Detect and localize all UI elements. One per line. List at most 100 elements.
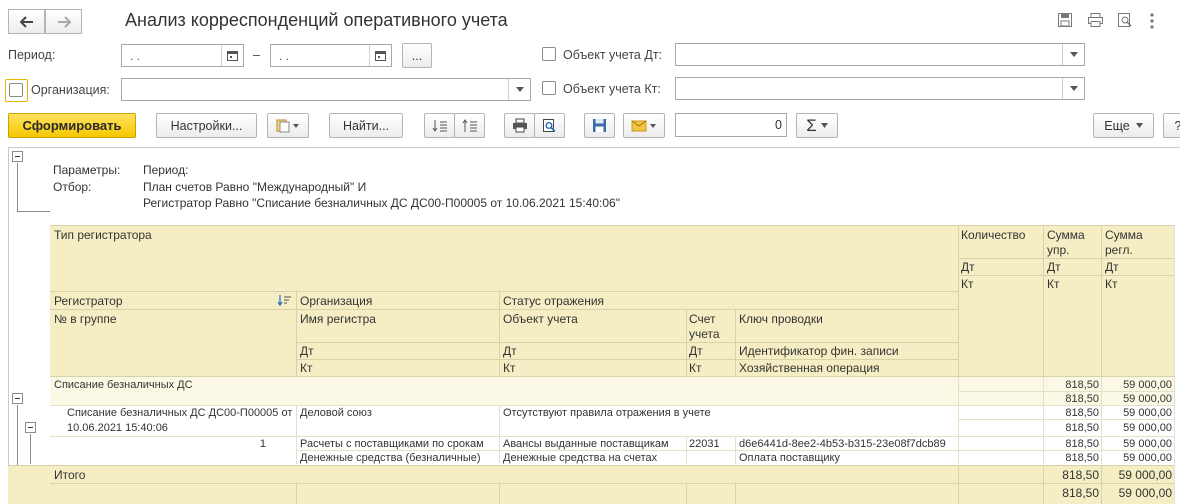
arrow-right-icon	[57, 15, 71, 28]
obj-dt-field[interactable]	[675, 43, 1085, 66]
print-icon[interactable]	[1087, 12, 1104, 28]
collapse-params-icon[interactable]	[12, 151, 23, 162]
filter-line-2: Регистратор Равно "Списание безналичных …	[143, 196, 620, 210]
doc-row-label-1: Списание безналичных ДС ДС00-П00005 от	[67, 407, 293, 419]
period-dash: –	[253, 48, 260, 62]
doc-sum-upr-kt: 818,50	[1065, 422, 1099, 434]
col-quantity: Количество	[961, 228, 1026, 242]
group-row-label: Списание безналичных ДС	[54, 379, 193, 391]
preview-icon[interactable]	[1117, 12, 1133, 28]
group-sum-regl-dt: 59 000,00	[1123, 379, 1172, 391]
page-title: Анализ корреспонденций оперативного учет…	[125, 10, 508, 30]
calendar-icon[interactable]	[221, 45, 243, 66]
save-button[interactable]	[584, 113, 615, 138]
obj-dt-label: Объект учета Дт:	[563, 48, 663, 62]
col-quantity-kt: Кт	[961, 277, 974, 291]
detail-sum-regl-dt: 59 000,00	[1123, 438, 1172, 450]
col-register-kt: Кт	[300, 361, 313, 375]
obj-dt-checkbox[interactable]	[542, 47, 556, 61]
group-sum-upr-dt: 818,50	[1065, 379, 1099, 391]
org-checkbox[interactable]	[9, 83, 23, 97]
total-sum-regl-dt: 59 000,00	[1118, 468, 1172, 482]
col-account-dt: Дт	[689, 344, 703, 358]
save-icon[interactable]	[1057, 12, 1073, 28]
filter-line-1: План счетов Равно "Международный" И	[143, 180, 367, 194]
variants-button[interactable]	[267, 113, 309, 138]
col-sum-regl-dt: Дт	[1105, 260, 1119, 274]
collapse-all-button[interactable]	[454, 113, 485, 138]
selected-sum-field[interactable]: 0	[675, 113, 787, 137]
period-to-field[interactable]: . .	[270, 44, 392, 67]
detail-account-dt: 22031	[689, 438, 720, 450]
col-object-dt: Дт	[503, 344, 517, 358]
chevron-down-icon[interactable]	[1062, 44, 1084, 65]
total-sum-regl-kt: 59 000,00	[1118, 486, 1172, 500]
doc-sum-upr-dt: 818,50	[1065, 407, 1099, 419]
obj-kt-checkbox[interactable]	[542, 81, 556, 95]
col-registrar-type: Тип регистратора	[54, 228, 152, 242]
print-button[interactable]	[504, 113, 535, 138]
col-group-no: № в группе	[54, 312, 117, 326]
print-preview-button[interactable]	[534, 113, 565, 138]
period-select-button[interactable]: ...	[402, 43, 432, 68]
collapse-document-icon[interactable]	[25, 422, 36, 433]
generate-button[interactable]: Сформировать	[8, 113, 136, 138]
find-button[interactable]: Найти...	[329, 113, 403, 138]
help-button[interactable]: ?	[1163, 113, 1180, 138]
arrow-left-icon	[19, 15, 33, 28]
back-button[interactable]	[8, 9, 45, 34]
total-row[interactable]	[8, 465, 1174, 504]
kebab-menu-icon[interactable]	[1150, 13, 1154, 29]
detail-group-no: 1	[259, 438, 266, 450]
chevron-down-icon[interactable]	[1062, 78, 1084, 99]
more-label: Еще	[1104, 118, 1130, 133]
col-account-object: Объект учета	[503, 312, 578, 326]
forward-button[interactable]	[45, 9, 82, 34]
total-label: Итого	[54, 468, 86, 482]
col-register-dt: Дт	[300, 344, 314, 358]
detail-fin-id: d6e6441d-8ee2-4b53-b315-23e08f7dcb89	[739, 438, 946, 450]
obj-kt-field[interactable]	[675, 77, 1085, 100]
detail-sum-upr-kt: 818,50	[1065, 452, 1099, 464]
doc-sum-regl-dt: 59 000,00	[1123, 407, 1172, 419]
sort-descending-icon[interactable]	[277, 295, 292, 309]
detail-sum-regl-kt: 59 000,00	[1123, 452, 1172, 464]
preview-icon	[543, 119, 556, 133]
org-label: Организация:	[31, 83, 110, 97]
group-sum-regl-kt: 59 000,00	[1123, 393, 1172, 405]
params-value: Период:	[143, 163, 189, 177]
col-account-kt: Кт	[689, 361, 702, 375]
report-header	[50, 225, 1174, 377]
settings-button[interactable]: Настройки...	[156, 113, 257, 138]
detail-register-kt: Денежные средства (безналичные)	[300, 452, 481, 464]
total-sum-upr-kt: 818,50	[1062, 486, 1099, 500]
chevron-down-icon	[820, 123, 828, 128]
period-from-field[interactable]: . .	[121, 44, 244, 67]
col-fin-record-id: Идентификатор фин. записи	[739, 344, 899, 358]
obj-kt-label: Объект учета Кт:	[563, 82, 661, 96]
col-organization: Организация	[300, 294, 373, 308]
col-register-name: Имя регистра	[300, 312, 376, 326]
col-sum-upr-2: упр.	[1047, 243, 1070, 257]
period-to-value: . .	[279, 48, 290, 63]
expand-all-button[interactable]	[424, 113, 455, 138]
calendar-icon[interactable]	[369, 45, 391, 66]
report-variant-icon	[276, 119, 299, 132]
collapse-group-icon[interactable]	[12, 393, 23, 404]
group-sum-upr-kt: 818,50	[1065, 393, 1099, 405]
col-sum-upr-kt: Кт	[1047, 277, 1060, 291]
col-sum-regl-1: Сумма	[1105, 228, 1143, 242]
detail-object-dt: Авансы выданные поставщикам	[503, 438, 669, 450]
col-sum-upr-1: Сумма	[1047, 228, 1085, 242]
org-field[interactable]	[121, 78, 531, 101]
col-posting-key: Ключ проводки	[739, 312, 823, 326]
doc-row-organization: Деловой союз	[300, 407, 372, 419]
chevron-down-icon[interactable]	[508, 79, 530, 100]
col-sum-regl-2: регл.	[1105, 243, 1133, 257]
send-email-button[interactable]	[623, 113, 665, 138]
more-button[interactable]: Еще	[1093, 113, 1154, 138]
col-status: Статус отражения	[503, 294, 605, 308]
chevron-down-icon	[1135, 123, 1143, 128]
col-account-2: учета	[689, 327, 720, 341]
sum-mode-button[interactable]: Σ	[796, 113, 838, 138]
